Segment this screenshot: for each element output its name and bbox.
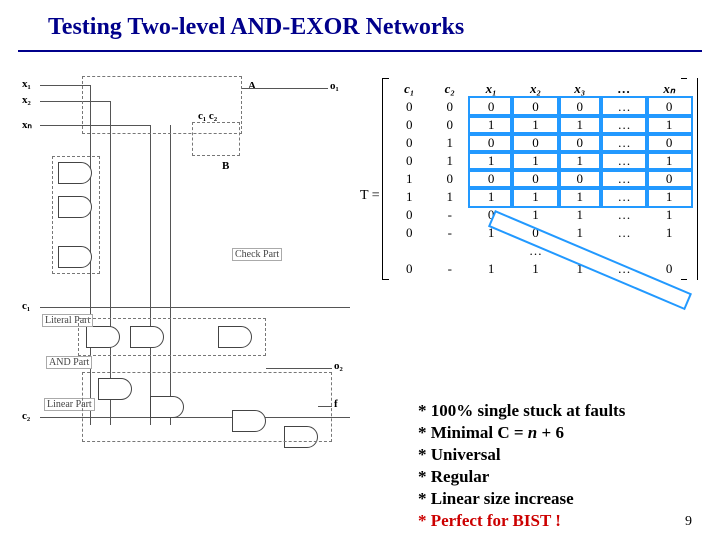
literal-part-box: [52, 156, 100, 274]
label-o2: o₂: [334, 360, 343, 372]
bullet-6: * Perfect for BIST !: [418, 510, 625, 532]
bullet-5: * Linear size increase: [418, 488, 625, 510]
bullet-4: * Regular: [418, 466, 625, 488]
label-check-part: Check Part: [232, 248, 282, 261]
matrix-row: 10 00 0… 0: [389, 170, 691, 188]
label-and-part: AND Part: [46, 356, 92, 369]
bullet-1: * 100% single stuck at faults: [418, 400, 625, 422]
matrix-row: 11 11 1… 1: [389, 188, 691, 206]
circuit-diagram: x₁ x₂ xₙ c₁ c₂ A o₁ c₁ c₂ B: [22, 78, 362, 458]
label-c1c2: c₁ c₂: [198, 110, 217, 122]
label-x1: x₁: [22, 78, 31, 90]
group-B-box: [192, 122, 240, 156]
page-title: Testing Two-level AND-EXOR Networks: [48, 14, 464, 41]
label-c2: c₂: [22, 410, 30, 422]
title-underline: [18, 50, 702, 52]
bullet-2: * Minimal C = n + 6: [418, 422, 625, 444]
label-T-equals: T =: [360, 188, 380, 204]
label-o1: o₁: [330, 80, 339, 92]
bullet-list: * 100% single stuck at faults * Minimal …: [418, 400, 625, 533]
and-part-box: [78, 318, 266, 356]
matrix-row: 01 00 0… 0: [389, 134, 691, 152]
matrix-area: T = c₁c₂ x₁x₂ x₃… xₙ 00 00 0… 0 00 11: [382, 78, 698, 280]
label-A: A: [248, 80, 256, 92]
matrix-row: 00 00 0… 0: [389, 98, 691, 116]
bullet-3: * Universal: [418, 444, 625, 466]
label-x2: x₂: [22, 94, 31, 106]
matrix-header-row: c₁c₂ x₁x₂ x₃… xₙ: [389, 80, 691, 98]
matrix-row: 00 11 1… 1: [389, 116, 691, 134]
label-f: f: [334, 398, 338, 410]
page-number: 9: [685, 514, 692, 530]
matrix-row: 01 11 1… 1: [389, 152, 691, 170]
label-xn: xₙ: [22, 118, 32, 131]
matrix-row: 0- 01 1… 1: [389, 206, 691, 224]
content-area: x₁ x₂ xₙ c₁ c₂ A o₁ c₁ c₂ B: [18, 60, 702, 490]
matrix-T: c₁c₂ x₁x₂ x₃… xₙ 00 00 0… 0 00 11 1… 1: [382, 78, 698, 280]
label-B: B: [222, 160, 229, 172]
label-c1: c₁: [22, 300, 30, 312]
linear-part-box: [82, 372, 332, 442]
